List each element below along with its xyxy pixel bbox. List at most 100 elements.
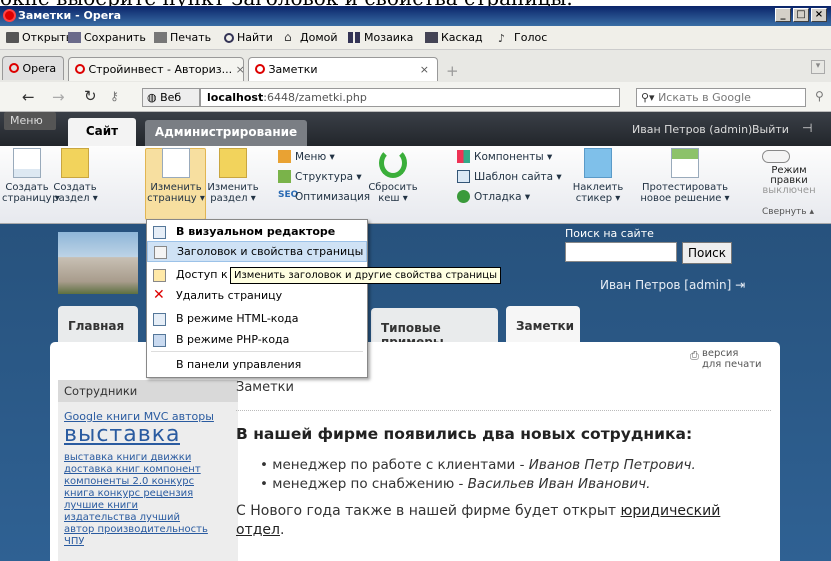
site-search-input[interactable] [565,242,677,262]
seo-button[interactable]: SEO Оптимизация [278,190,370,203]
list-item: • менеджер по работе с клиентами - Ивано… [260,457,696,473]
nav-notes[interactable]: Заметки [506,306,580,344]
test-solution-button[interactable]: Протестировать новое решение ▾ [640,148,730,204]
tab-administration[interactable]: Администрирование [145,120,307,146]
collapse-button[interactable]: Свернуть ▴ [762,207,814,217]
tile-icon [348,32,361,43]
print-version-link[interactable]: ⎙ версия для печати [690,348,762,370]
tag-line[interactable]: компоненты 2.0 конкурс [64,476,194,487]
maximize-button[interactable]: □ [793,8,809,22]
edit-mode-toggle[interactable] [762,150,790,163]
new-tab-icon[interactable]: + [446,62,459,80]
reset-cache-button[interactable]: Сбросить кеш ▾ [368,148,418,204]
tag-line[interactable]: выставка книги движки [64,452,191,463]
edit-page-label2: страницу ▾ [147,193,205,204]
admin-user[interactable]: Иван Петров (admin) [632,123,752,136]
tag-line[interactable]: доставка книг компонент [64,464,201,475]
menu-item-visual-editor[interactable]: В визуальном редакторе [147,222,367,243]
tag-line[interactable]: автор производительность [64,524,208,535]
menu-button[interactable]: Меню [4,112,56,130]
address-input[interactable]: localhost:6448/zametki.php [200,88,620,107]
forward-icon[interactable]: → [52,88,65,106]
edit-section-button[interactable]: Изменить раздел ▾ [206,148,260,204]
reset-cache-label: Сбросить [368,182,418,193]
create-page-button[interactable]: Создать страницу ▾ [2,148,60,204]
tile-button[interactable]: Мозаика [348,31,413,44]
menu-item-delete[interactable]: ✕ Удалить страницу [147,286,367,307]
menu-dropdown[interactable]: Меню ▾ [278,150,335,163]
folder-icon [6,32,19,43]
pin-icon[interactable]: ⊣ [802,121,812,135]
site-search-button[interactable]: Поиск [682,242,732,264]
edit-page-button[interactable]: Изменить страницу ▾ [146,148,206,204]
menu-item-title-properties[interactable]: Заголовок и свойства страницы [147,241,367,262]
find-button[interactable]: Найти [224,31,273,44]
site-user-link[interactable]: Иван Петров [admin] ⇥ [600,278,745,292]
reset-cache-label2: кеш ▾ [378,193,408,204]
sticker-button[interactable]: Наклеить стикер ▾ [572,148,624,204]
home-label: Домой [300,31,338,44]
properties-icon [154,246,167,259]
close-tab-icon[interactable]: × [420,63,429,76]
tab-menu-icon[interactable]: ▾ [811,60,825,74]
printer-icon [154,32,167,43]
menu-item-php[interactable]: В режиме PHP-кода [147,330,367,351]
menu-icon [278,150,291,163]
logout-link[interactable]: Выйти [752,123,789,136]
search-placeholder: Искать в Google [658,91,751,104]
template-dropdown[interactable]: Шаблон сайта ▾ [457,170,562,183]
tag-big[interactable]: выставка [64,422,180,447]
tab-opera[interactable]: Opera [2,56,64,80]
para-end: . [279,522,285,538]
tab-label: Заметки [268,63,318,76]
structure-dropdown[interactable]: Структура ▾ [278,170,362,183]
divider [236,410,771,411]
nav-examples[interactable]: Типовые примеры [371,308,498,349]
lock-icon [153,269,166,282]
site-search-label: Поиск на сайте [565,227,654,240]
create-section-label2: раздел ▾ [52,193,98,204]
tab-zametki[interactable]: Заметки × [248,57,438,81]
create-section-button[interactable]: Создать раздел ▾ [52,148,98,204]
tag-line[interactable]: издательства лучший [64,512,180,523]
save-button[interactable]: Сохранить [68,31,146,44]
menu-item-html[interactable]: В режиме HTML-кода [147,309,367,330]
home-button[interactable]: ⌂ Домой [284,31,338,44]
tag-line[interactable]: лучшие книги [64,500,138,511]
delete-icon: ✕ [153,287,165,303]
sticker-label2: стикер ▾ [575,193,621,204]
tab-stroyinvest[interactable]: Стройинвест - Авториз... × [68,57,244,81]
tab-bar: Opera Стройинвест - Авториз... × Заметки… [0,50,831,82]
article-paragraph: С Нового года также в нашей фирме будет … [236,502,756,540]
components-dropdown[interactable]: Компоненты ▾ [457,150,552,163]
reload-icon[interactable]: ↻ [84,87,97,105]
voice-button[interactable]: ♪ Голос [498,31,548,45]
globe-icon: ◍ [147,91,157,104]
voice-label: Голос [514,31,548,44]
web-badge[interactable]: ◍ Веб [142,88,200,107]
print-button[interactable]: Печать [154,31,211,44]
item-text: менеджер по работе с клиентами - [272,457,529,473]
back-icon[interactable]: ← [22,88,35,106]
minimize-button[interactable]: _ [775,8,791,22]
test-icon [671,148,699,178]
browser-search-input[interactable]: ⚲▾ Искать в Google [636,88,806,107]
search-icon [224,32,234,43]
search-go-icon[interactable]: ⚲ [815,89,824,103]
create-section-label: Создать [53,182,97,193]
tab-site[interactable]: Сайт [68,118,136,146]
nav-home[interactable]: Главная [58,306,138,344]
tag-line[interactable]: книга конкурс рецензия [64,488,193,499]
debug-dropdown[interactable]: Отладка ▾ [457,190,530,203]
cascade-button[interactable]: Каскад [425,31,483,44]
menu-item-control-panel[interactable]: В панели управления [147,355,367,376]
edit-page-menu: В визуальном редакторе Заголовок и свойс… [146,219,368,378]
close-tab-icon[interactable]: × [236,63,243,76]
url-path: :6448/zametki.php [263,91,367,104]
template-icon [457,170,470,183]
key-icon[interactable]: ⚷ [110,89,119,103]
open-button[interactable]: Открыть [6,31,72,44]
tag-line[interactable]: ЧПУ [64,536,84,547]
home-icon: ⌂ [284,30,292,44]
close-window-button[interactable]: × [811,8,827,22]
